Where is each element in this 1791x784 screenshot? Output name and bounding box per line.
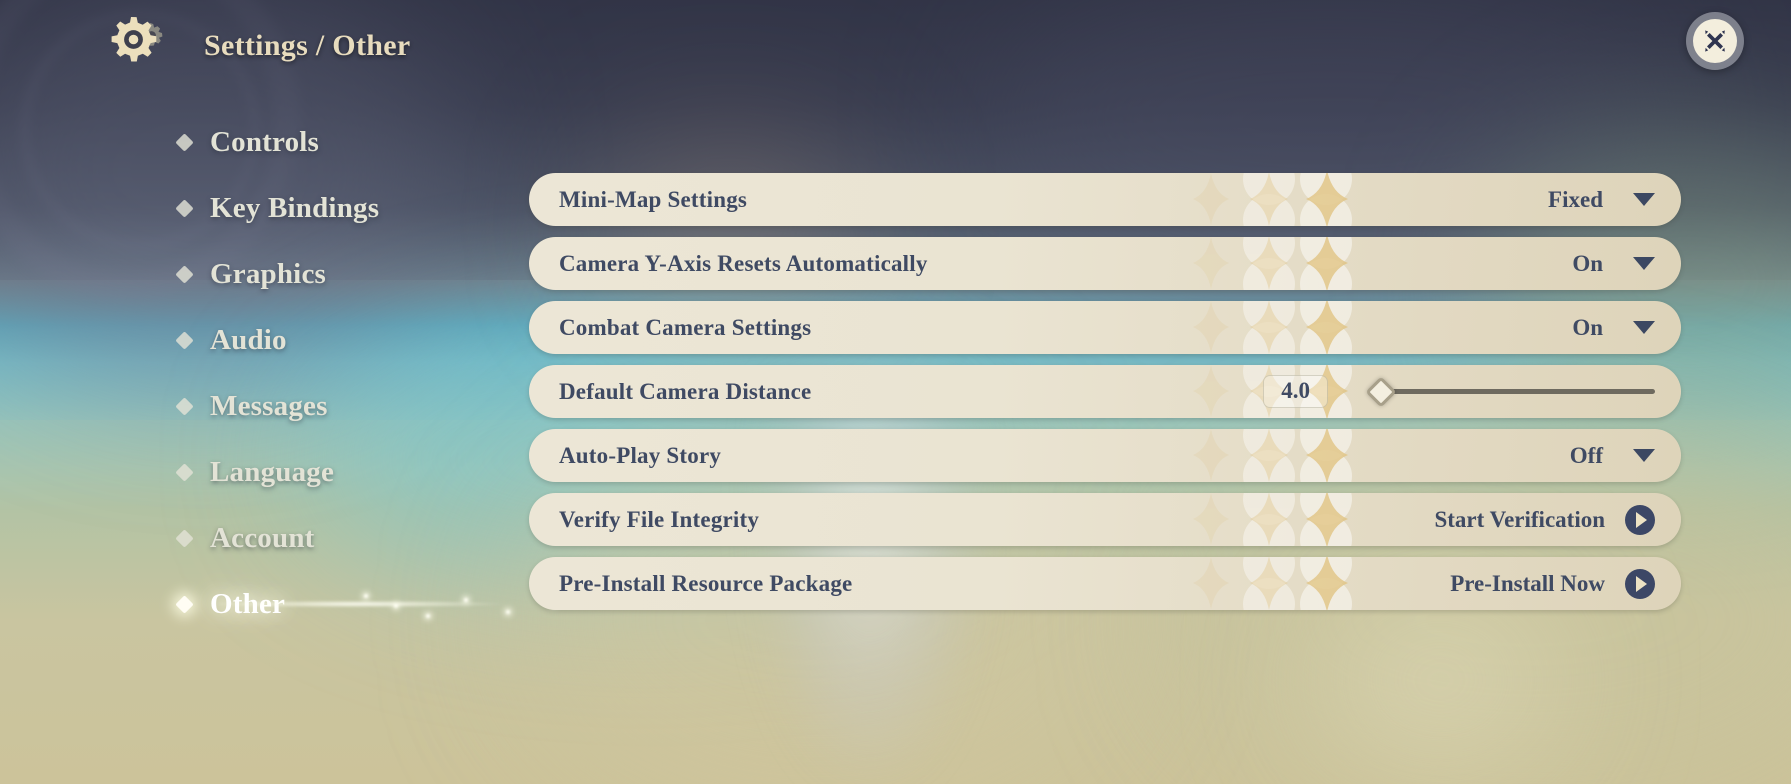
- setting-value: Off: [1569, 442, 1603, 468]
- close-icon: [1693, 19, 1737, 63]
- sidebar-item-messages[interactable]: Messages: [175, 382, 538, 430]
- setting-row[interactable]: Auto-Play Story Off: [529, 429, 1681, 482]
- setting-value: On: [1572, 314, 1603, 340]
- sparkle-decoration-icon: [1151, 237, 1381, 290]
- arrow-right-glyph: [1636, 575, 1647, 592]
- sparkle-particle: [464, 598, 468, 602]
- setting-control[interactable]: Start Verification: [1434, 504, 1681, 535]
- setting-row[interactable]: Mini-Map Settings Fixed: [529, 173, 1681, 226]
- sparkle-decoration-icon: [1151, 493, 1381, 546]
- chevron-down-icon[interactable]: [1633, 321, 1655, 334]
- chevron-down-icon[interactable]: [1633, 193, 1655, 206]
- close-button[interactable]: [1686, 12, 1744, 70]
- sidebar-item-label: Audio: [210, 323, 287, 356]
- sidebar-item-audio[interactable]: Audio: [175, 316, 538, 364]
- sidebar-item-label: Account: [210, 521, 315, 554]
- setting-row[interactable]: Combat Camera Settings On: [529, 301, 1681, 354]
- sidebar-item-account[interactable]: Account: [175, 514, 538, 562]
- slider-value: 4.0: [1263, 375, 1328, 408]
- setting-row[interactable]: Camera Y-Axis Resets Automatically On: [529, 237, 1681, 290]
- sparkle-decoration-icon: [1151, 429, 1381, 482]
- sparkle-particle: [506, 610, 510, 614]
- sidebar-item-language[interactable]: Language: [175, 448, 538, 496]
- diamond-bullet-icon: [175, 396, 194, 416]
- sparkle-decoration-icon: [1151, 173, 1381, 226]
- setting-row[interactable]: Verify File Integrity Start Verification: [529, 493, 1681, 546]
- diamond-bullet-icon: [175, 330, 194, 350]
- sidebar-item-controls[interactable]: Controls: [175, 118, 538, 166]
- setting-label: Verify File Integrity: [559, 506, 760, 532]
- chevron-down-icon[interactable]: [1633, 449, 1655, 462]
- sidebar-item-label: Other: [210, 587, 286, 620]
- setting-label: Combat Camera Settings: [559, 314, 812, 340]
- sparkle-decoration-icon: [1151, 557, 1381, 610]
- chevron-down-icon[interactable]: [1633, 257, 1655, 270]
- page-title: Settings / Other: [204, 29, 411, 62]
- sidebar-item-label: Language: [210, 455, 335, 488]
- diamond-bullet-icon: [175, 462, 194, 482]
- sidebar-item-label: Controls: [210, 125, 320, 158]
- setting-label: Mini-Map Settings: [559, 186, 748, 212]
- sparkle-particle: [364, 594, 368, 598]
- setting-value: On: [1572, 250, 1603, 276]
- diamond-bullet-icon: [175, 528, 194, 548]
- diamond-bullet-icon: [175, 132, 194, 152]
- action-label: Pre-Install Now: [1450, 570, 1605, 596]
- setting-control[interactable]: Fixed: [1548, 187, 1681, 213]
- diamond-bullet-icon: [175, 594, 194, 614]
- settings-sidebar: Controls Key Bindings Graphics Audio Message…: [164, 118, 584, 646]
- setting-label: Default Camera Distance: [559, 378, 812, 404]
- setting-control[interactable]: 4.0: [1263, 375, 1681, 408]
- sidebar-item-key-bindings[interactable]: Key Bindings: [175, 184, 538, 232]
- sidebar-item-label: Graphics: [210, 257, 326, 290]
- arrow-right-glyph: [1636, 511, 1647, 528]
- arrow-right-icon[interactable]: [1625, 568, 1655, 599]
- slider-handle[interactable]: [1365, 375, 1397, 408]
- gear-icon: [106, 15, 168, 77]
- sidebar-item-label: Key Bindings: [210, 191, 380, 224]
- setting-control[interactable]: On: [1572, 251, 1681, 277]
- sparkle-particle: [426, 614, 430, 618]
- setting-label: Camera Y-Axis Resets Automatically: [559, 250, 928, 276]
- slider-track[interactable]: [1380, 389, 1655, 394]
- settings-list: Mini-Map Settings Fixed Camera Y-Axis Rese…: [529, 173, 1681, 621]
- action-label: Start Verification: [1434, 506, 1605, 532]
- diamond-bullet-icon: [175, 264, 194, 284]
- setting-control[interactable]: Pre-Install Now: [1450, 568, 1681, 599]
- setting-value: Fixed: [1548, 186, 1603, 212]
- sparkle-particle: [394, 604, 398, 608]
- sidebar-item-other[interactable]: Other: [164, 580, 584, 628]
- diamond-bullet-icon: [175, 198, 194, 218]
- sidebar-item-graphics[interactable]: Graphics: [175, 250, 538, 298]
- setting-row[interactable]: Default Camera Distance 4.0: [529, 365, 1681, 418]
- setting-control[interactable]: On: [1572, 315, 1681, 341]
- sidebar-item-label: Messages: [210, 389, 328, 422]
- setting-control[interactable]: Off: [1570, 443, 1681, 469]
- settings-header: Settings / Other: [0, 0, 410, 92]
- setting-row[interactable]: Pre-Install Resource Package Pre-Install …: [529, 557, 1681, 610]
- sparkle-decoration-icon: [1151, 301, 1381, 354]
- arrow-right-icon[interactable]: [1625, 504, 1655, 535]
- setting-label: Auto-Play Story: [559, 442, 722, 468]
- camera-distance-slider[interactable]: [1365, 375, 1655, 408]
- setting-label: Pre-Install Resource Package: [559, 570, 853, 596]
